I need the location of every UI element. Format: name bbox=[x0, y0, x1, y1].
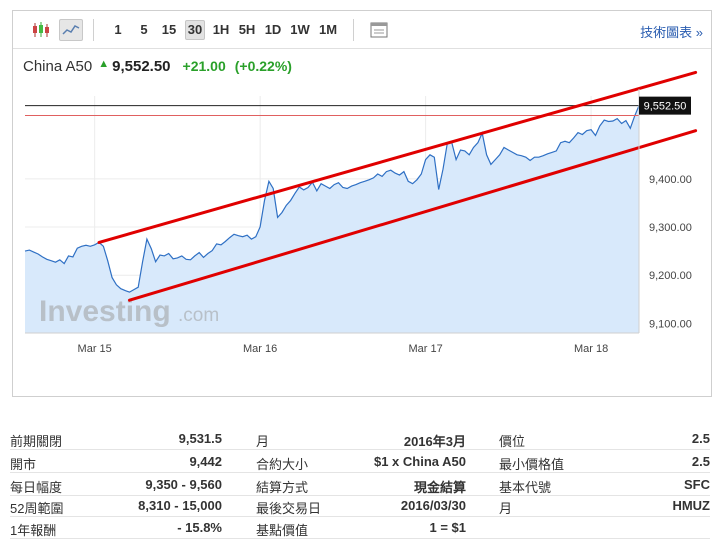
details-value: 2.5 bbox=[691, 431, 710, 446]
details-label: 最小價格值 bbox=[499, 457, 565, 472]
details-value: $1 x China A50 bbox=[373, 454, 466, 469]
details-value: - 15.8% bbox=[177, 520, 222, 535]
details-value: HMUZ bbox=[672, 498, 710, 513]
y-tick-label: 9,200.00 bbox=[649, 270, 692, 282]
details-label: 開市 bbox=[10, 457, 37, 472]
current-price-tag: 9,552.50 bbox=[639, 96, 691, 115]
details-label: 52周範圍 bbox=[10, 501, 64, 516]
details-value: 1 = $1 bbox=[429, 520, 466, 535]
y-tick-label: 9,400.00 bbox=[649, 174, 692, 186]
details-label: 每日幅度 bbox=[10, 480, 63, 495]
row-divider bbox=[10, 449, 710, 450]
details-value: 9,350 - 9,560 bbox=[145, 477, 222, 492]
price-tag-label: 9,552.50 bbox=[644, 101, 687, 113]
x-tick-label: Mar 16 bbox=[243, 343, 277, 355]
details-value: 8,310 - 15,000 bbox=[138, 498, 222, 513]
details-row: 開市 9,442 合約大小 $1 x China A50 最小價格值 2.5 bbox=[10, 451, 710, 473]
details-row: 1年報酬 - 15.8% 基點價值 1 = $1 bbox=[10, 517, 710, 539]
x-tick-label: Mar 15 bbox=[78, 343, 112, 355]
details-label: 前期關閉 bbox=[10, 434, 63, 449]
details-value: 2.5 bbox=[691, 454, 710, 469]
details-value: SFC bbox=[684, 477, 710, 492]
details-label: 價位 bbox=[499, 434, 526, 449]
details-label: 基本代號 bbox=[499, 480, 552, 495]
details-label: 1年報酬 bbox=[10, 523, 57, 538]
details-row: 前期關閉 9,531.5 月 2016年3月 價位 2.5 bbox=[10, 428, 710, 450]
y-tick-label: 9,100.00 bbox=[649, 318, 692, 330]
details-value: 2016年3月 bbox=[403, 434, 466, 449]
details-value: 現金結算 bbox=[413, 480, 466, 495]
chart-panel: 1 5 15 30 1H 5H 1D 1W 1M 技術圖表 » China A50 ▲ 9,55… bbox=[12, 10, 712, 397]
details-value: 2016/03/30 bbox=[400, 498, 466, 513]
logo-domain: .com bbox=[178, 305, 219, 326]
details-label: 月 bbox=[499, 501, 513, 516]
y-tick-label: 9,300.00 bbox=[649, 222, 692, 234]
details-value: 9,442 bbox=[189, 454, 222, 469]
x-tick-label: Mar 17 bbox=[408, 343, 442, 355]
row-divider bbox=[10, 538, 710, 539]
row-divider bbox=[10, 472, 710, 473]
price-chart[interactable]: Investing .com 9,400.00 9,300.00 9,200.00 9… bbox=[13, 11, 713, 398]
details-row: 52周範圍 8,310 - 15,000 最後交易日 2016/03/30 月 HMUZ bbox=[10, 495, 710, 517]
details-row: 每日幅度 9,350 - 9,560 結算方式 現金結算 基本代號 SFC bbox=[10, 474, 710, 496]
logo-wordmark: Investing bbox=[39, 295, 171, 328]
details-value: 9,531.5 bbox=[178, 431, 222, 446]
x-tick-label: Mar 18 bbox=[574, 343, 608, 355]
